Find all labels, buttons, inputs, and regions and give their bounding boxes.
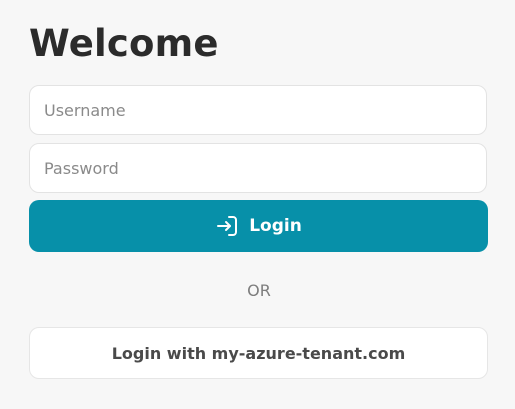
login-icon — [215, 214, 239, 238]
password-input[interactable] — [29, 143, 487, 193]
login-button[interactable]: Login — [29, 200, 488, 252]
tenant-login-label: Login with my-azure-tenant.com — [111, 343, 406, 363]
tenant-login-button[interactable]: Login with my-azure-tenant.com — [29, 327, 488, 379]
page-title: Welcome — [29, 22, 219, 65]
login-page: Welcome Login OR Login with my-azure-ten… — [0, 0, 515, 409]
or-divider: OR — [247, 281, 271, 300]
login-button-label: Login — [249, 216, 302, 236]
username-input[interactable] — [29, 85, 487, 135]
